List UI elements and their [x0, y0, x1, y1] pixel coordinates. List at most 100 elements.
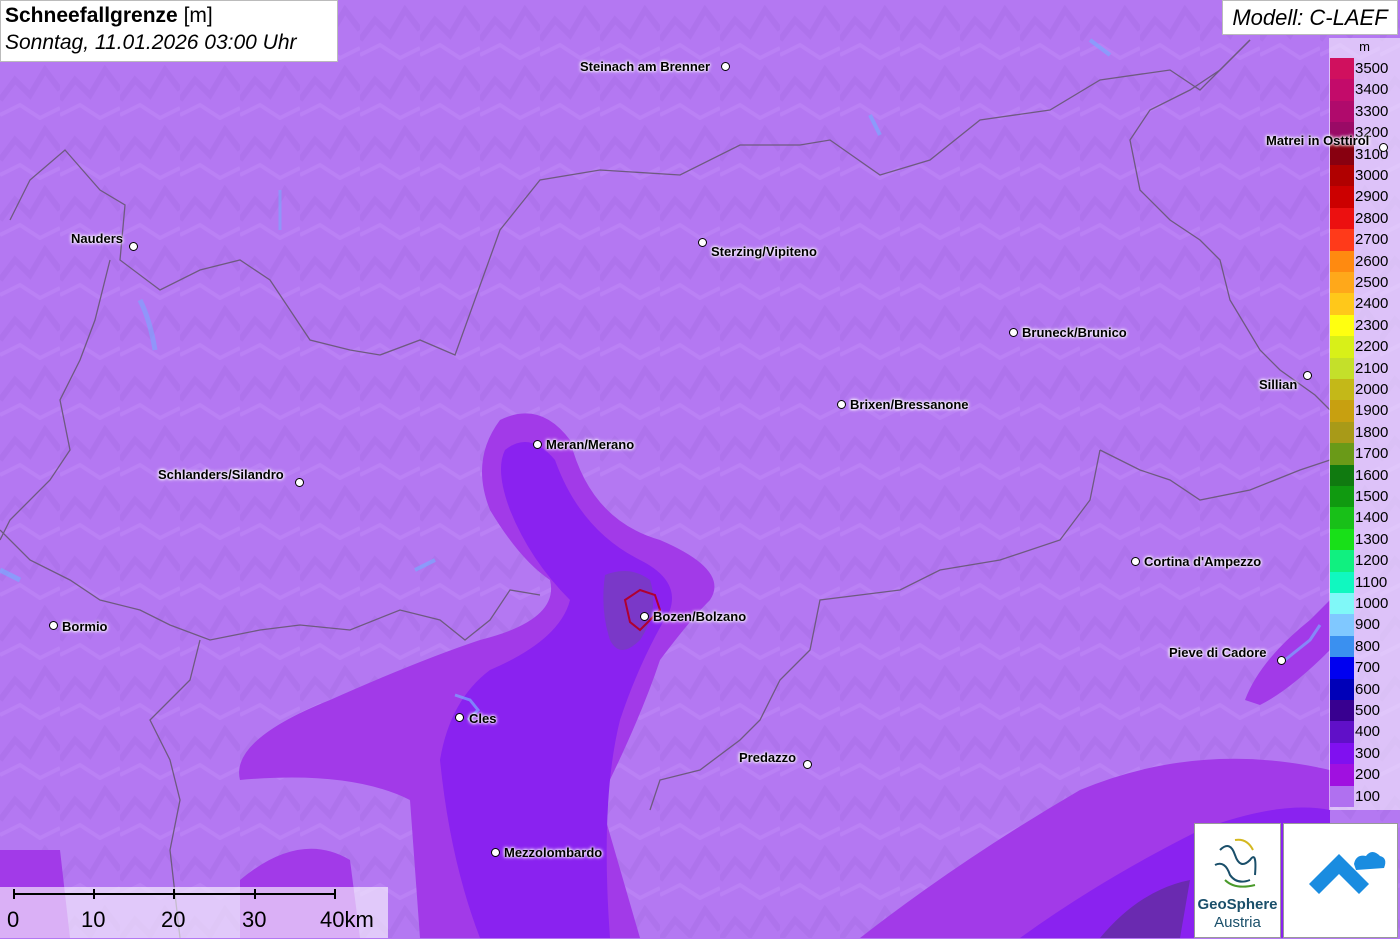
legend-swatch [1330, 614, 1354, 636]
place-label[interactable]: Bozen/Bolzano [653, 609, 746, 625]
legend-entry: 400 [1329, 721, 1400, 743]
legend-swatch [1330, 550, 1354, 572]
place-label[interactable]: Nauders [71, 231, 123, 247]
geosphere-swirl-icon [1214, 838, 1257, 888]
legend-label: 1400 [1355, 509, 1389, 527]
legend-swatch [1330, 207, 1354, 230]
legend-label: 2500 [1355, 274, 1389, 291]
place-marker[interactable] [455, 713, 464, 722]
place-label[interactable]: Bormio [62, 619, 108, 635]
place-marker[interactable] [640, 612, 649, 621]
legend-label: 500 [1355, 702, 1381, 719]
map-subtitle: Sonntag, 11.01.2026 03:00 Uhr [5, 31, 297, 54]
legend-swatch [1330, 486, 1354, 508]
place-label[interactable]: Pieve di Cadore [1169, 645, 1267, 661]
map-title-box: Schneefallgrenze [m] Sonntag, 11.01.2026… [0, 0, 338, 62]
legend-label: 1900 [1355, 402, 1389, 420]
legend-swatch [1330, 528, 1354, 551]
place-label[interactable]: Bruneck/Brunico [1022, 325, 1127, 341]
place-label[interactable]: Cortina d'Ampezzo [1144, 554, 1261, 570]
scale-bar: 0 10 20 30 40km [0, 887, 388, 938]
legend-label: 600 [1355, 680, 1381, 698]
place-label[interactable]: Predazzo [739, 750, 796, 766]
legend-entry: 900 [1329, 614, 1400, 636]
legend-label: 2100 [1355, 359, 1389, 377]
place-marker[interactable] [49, 621, 58, 630]
legend-swatch [1330, 336, 1354, 358]
color-legend: m 3500 3400 3300 3200 3100 3000 2900 2800 2700 26… [1329, 38, 1400, 810]
legend-label: 1700 [1355, 445, 1389, 463]
legend-entry: 1700 [1329, 443, 1400, 465]
legend-swatch [1330, 250, 1354, 272]
legend-label: 100 [1355, 787, 1381, 805]
place-label[interactable]: Steinach am Brenner [580, 59, 710, 75]
legend-label: 2600 [1355, 252, 1389, 270]
legend-swatch [1330, 79, 1354, 101]
legend-entry: 1000 [1329, 593, 1400, 615]
legend-entry: 1800 [1329, 421, 1400, 444]
legend-entry: 2600 [1329, 250, 1400, 272]
place-label[interactable]: Meran/Merano [546, 437, 634, 453]
place-label[interactable]: Sillian [1259, 377, 1297, 393]
place-marker[interactable] [1131, 557, 1140, 566]
legend-swatch [1330, 443, 1354, 465]
legend-label: 1500 [1355, 488, 1389, 505]
legend-entry: 2300 [1329, 314, 1400, 337]
partner-logo[interactable] [1283, 823, 1398, 938]
legend-entry: 500 [1329, 700, 1400, 722]
legend-label: 3400 [1355, 81, 1389, 99]
legend-label: 1200 [1355, 552, 1389, 570]
legend-entry: 2100 [1329, 357, 1400, 379]
scale-label-40: 40km [320, 907, 374, 932]
legend-swatch [1330, 357, 1354, 379]
legend-label: 200 [1355, 766, 1381, 784]
place-marker[interactable] [295, 478, 304, 487]
place-label[interactable]: Schlanders/Silandro [158, 467, 284, 483]
place-label[interactable]: Cles [469, 711, 496, 727]
place-marker[interactable] [721, 62, 730, 71]
legend-label: 700 [1355, 659, 1381, 677]
legend-entry: 1900 [1329, 400, 1400, 422]
place-label[interactable]: Brixen/Bressanone [850, 397, 969, 413]
legend-swatch [1330, 721, 1354, 743]
legend-entry: 2200 [1329, 336, 1400, 358]
legend-label: 3000 [1355, 167, 1389, 184]
legend-label: 1100 [1355, 573, 1388, 591]
scale-label-20: 20 [161, 907, 186, 932]
legend-entry: 2500 [1329, 272, 1400, 294]
place-marker[interactable] [533, 440, 542, 449]
legend-swatch [1330, 229, 1354, 251]
legend-swatch [1330, 314, 1354, 337]
legend-swatch [1330, 678, 1354, 700]
scale-label-10: 10 [81, 907, 106, 932]
legend-swatch [1330, 785, 1354, 807]
legend-swatch [1330, 593, 1354, 615]
map-title: Schneefallgrenze [m] [5, 4, 213, 27]
place-label[interactable]: Matrei in Osttirol [1266, 133, 1369, 149]
legend-entry: 1500 [1329, 486, 1400, 508]
place-marker[interactable] [803, 760, 812, 769]
legend-swatch [1330, 379, 1354, 401]
place-marker[interactable] [837, 400, 846, 409]
place-label[interactable]: Sterzing/Vipiteno [711, 244, 817, 260]
legend-entry: 1300 [1329, 528, 1400, 551]
geosphere-logo-text-2: Austria [1214, 914, 1261, 931]
legend-entry: 2400 [1329, 293, 1400, 315]
geosphere-logo-text: GeoSphere [1197, 896, 1278, 913]
place-marker[interactable] [1277, 656, 1286, 665]
place-marker[interactable] [698, 238, 707, 247]
legend-entry: 300 [1329, 742, 1400, 765]
place-marker[interactable] [1379, 143, 1388, 152]
place-marker[interactable] [1009, 328, 1018, 337]
place-label[interactable]: Mezzolombardo [504, 845, 602, 861]
legend-swatch [1330, 742, 1354, 765]
place-marker[interactable] [129, 242, 138, 251]
model-label: Modell: C-LAEF [1222, 0, 1398, 35]
place-marker[interactable] [1303, 371, 1312, 380]
geosphere-logo[interactable]: GeoSphere Austria [1194, 823, 1281, 938]
legend-entry: 3300 [1329, 100, 1400, 123]
legend-swatch [1330, 635, 1354, 658]
legend-swatch [1330, 293, 1354, 315]
legend-swatch [1330, 464, 1354, 486]
place-marker[interactable] [491, 848, 500, 857]
